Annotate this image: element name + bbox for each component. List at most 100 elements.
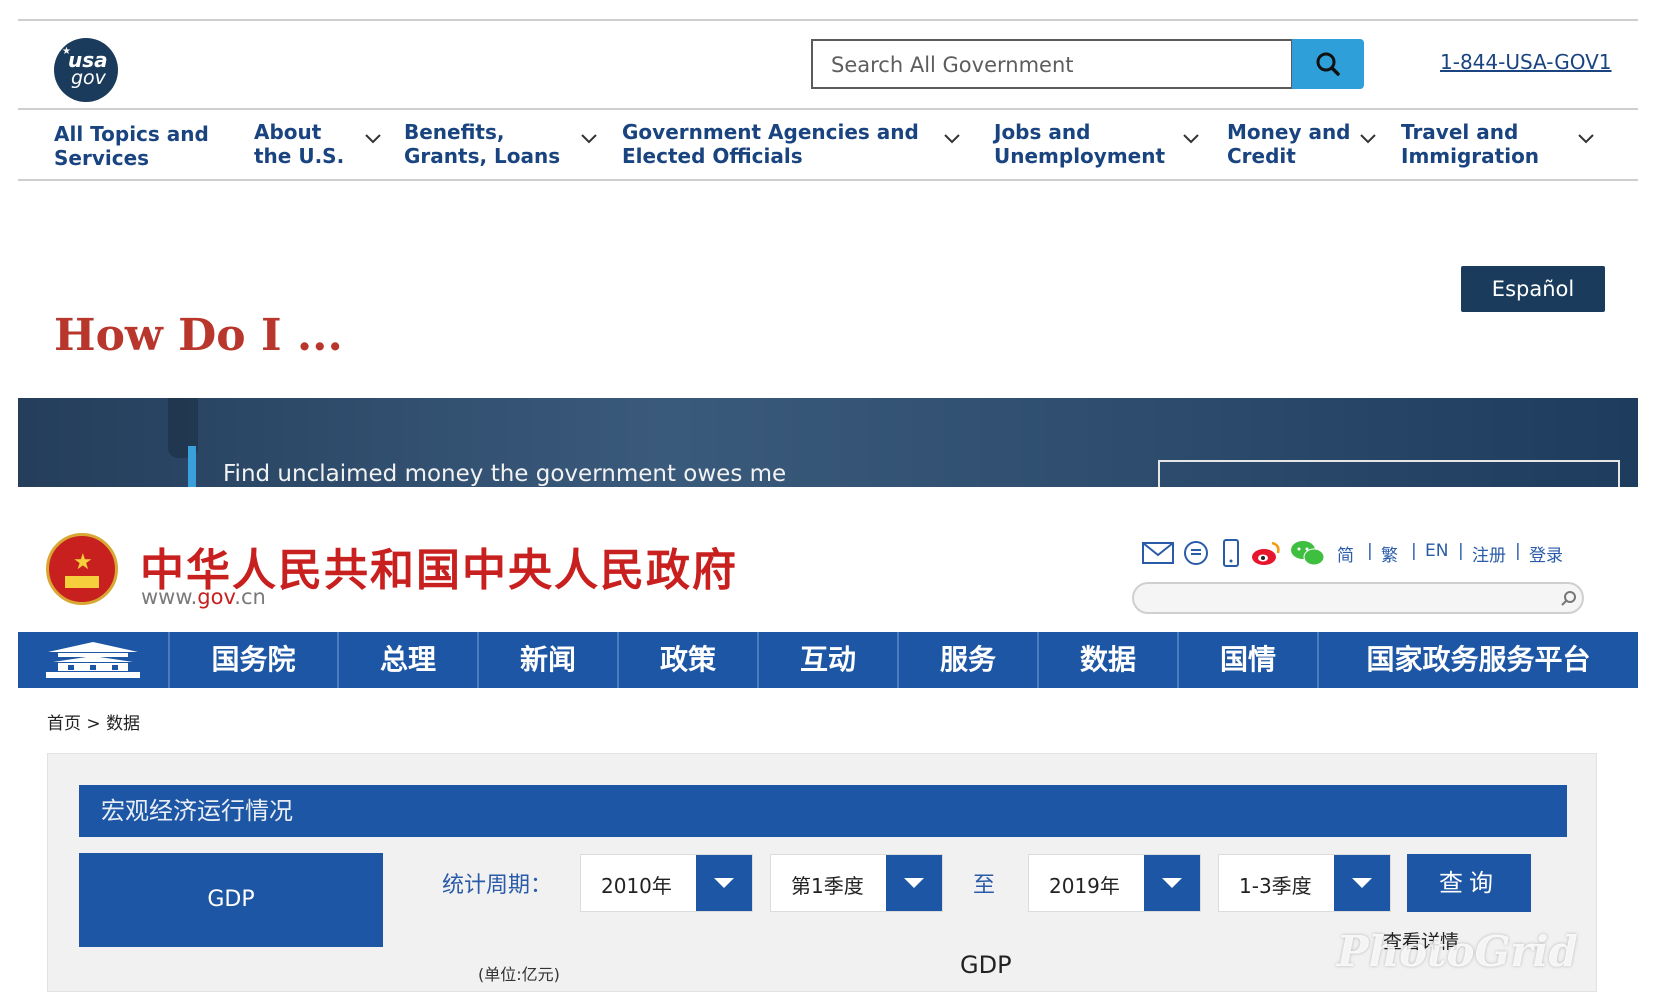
- to-label: 至: [973, 873, 996, 898]
- usagov-logo[interactable]: ★ usa gov: [54, 38, 118, 102]
- message-icon[interactable]: [1183, 540, 1209, 566]
- end-year-select[interactable]: 2019年: [1028, 854, 1201, 912]
- search-input[interactable]: [1132, 582, 1584, 614]
- nav-money[interactable]: Money and Credit: [1227, 120, 1351, 168]
- breadcrumb-home[interactable]: 首页: [47, 714, 81, 734]
- chart-title: GDP: [960, 951, 1012, 979]
- nav-label-line2: Grants, Loans: [404, 144, 561, 168]
- start-year-value: 2010年: [601, 874, 672, 898]
- search-placeholder: Search All Government: [831, 53, 1074, 77]
- nav-home[interactable]: [18, 632, 168, 688]
- breadcrumb: 首页 > 数据: [47, 709, 140, 734]
- nav-label-line2: Elected Officials: [622, 144, 803, 168]
- search-icon[interactable]: [1560, 589, 1578, 607]
- nav-gov-service-platform[interactable]: 国家政务服务平台: [1319, 632, 1638, 688]
- caret-down-icon: [1162, 878, 1182, 888]
- english-link[interactable]: EN: [1425, 541, 1448, 561]
- simplified-chinese-link[interactable]: 简: [1337, 541, 1354, 566]
- nav-label-line2: Unemployment: [994, 144, 1166, 168]
- nav-services[interactable]: 服务: [899, 632, 1037, 688]
- nav-travel[interactable]: Travel and Immigration: [1401, 120, 1539, 168]
- start-year-select[interactable]: 2010年: [580, 854, 753, 912]
- dropdown-button[interactable]: [1144, 855, 1200, 911]
- nav-about-us[interactable]: About the U.S.: [254, 120, 344, 168]
- nav-premier[interactable]: 总理: [339, 632, 477, 688]
- nav-data[interactable]: 数据: [1039, 632, 1177, 688]
- nav-jobs[interactable]: Jobs and Unemployment: [994, 120, 1165, 168]
- nav-policy[interactable]: 政策: [619, 632, 757, 688]
- nav-national-conditions[interactable]: 国情: [1179, 632, 1317, 688]
- gate-shape: [65, 576, 99, 588]
- panel-header: 宏观经济运行情况: [79, 785, 1567, 837]
- search-input[interactable]: Search All Government: [811, 39, 1293, 89]
- start-quarter-value: 第1季度: [791, 874, 864, 898]
- nav-label-line1: Jobs and: [994, 120, 1091, 144]
- login-link[interactable]: 登录: [1529, 541, 1563, 566]
- main-nav: 国务院 总理 新闻 政策 互动 服务 数据 国情 国家政务服务平台: [18, 632, 1638, 688]
- toolbar-separator: |: [1367, 541, 1373, 561]
- nav-state-council[interactable]: 国务院: [170, 632, 337, 688]
- phone-link[interactable]: 1-844-USA-GOV1: [1440, 50, 1612, 74]
- banner-search-box[interactable]: [1158, 460, 1620, 487]
- govcn-panel: ★ 中华人民共和国中央人民政府 www.gov.cn 简 | 繁 | EN | …: [0, 487, 1654, 992]
- gdp-indicator-button[interactable]: GDP: [79, 853, 383, 947]
- chevron-down-icon[interactable]: [581, 134, 597, 144]
- nav-benefits[interactable]: Benefits, Grants, Loans: [404, 120, 560, 168]
- photogrid-watermark: PhotoGrid: [1337, 927, 1578, 976]
- search-button[interactable]: [1292, 39, 1364, 89]
- nav-label-line2: Credit: [1227, 144, 1296, 168]
- toolbar-separator: |: [1458, 541, 1464, 561]
- mail-icon[interactable]: [1142, 541, 1174, 565]
- end-quarter-select[interactable]: 1-3季度: [1218, 854, 1391, 912]
- top-divider: [18, 19, 1638, 21]
- national-emblem-icon[interactable]: ★: [46, 533, 118, 605]
- register-link[interactable]: 注册: [1472, 541, 1506, 566]
- caret-down-icon: [904, 878, 924, 888]
- tiananmen-icon: [46, 642, 140, 678]
- nav-government-agencies[interactable]: Government Agencies and Elected Official…: [622, 120, 919, 168]
- nav-label-line2: Services: [54, 146, 150, 170]
- nav-interaction[interactable]: 互动: [759, 632, 897, 688]
- wechat-icon[interactable]: [1290, 539, 1326, 567]
- nav-news[interactable]: 新闻: [479, 632, 617, 688]
- dropdown-button[interactable]: [886, 855, 942, 911]
- espanol-button[interactable]: Español: [1461, 266, 1605, 312]
- panel-title: 宏观经济运行情况: [101, 797, 293, 825]
- weibo-icon[interactable]: [1250, 539, 1282, 567]
- banner-link[interactable]: Find unclaimed money the government owes…: [223, 461, 786, 487]
- unit-label: (单位:亿元): [478, 965, 560, 984]
- nav-label-line1: Travel and: [1401, 120, 1519, 144]
- dropdown-button[interactable]: [1334, 855, 1390, 911]
- query-button[interactable]: 查询: [1407, 854, 1531, 912]
- caret-down-icon: [1352, 878, 1372, 888]
- dropdown-button[interactable]: [696, 855, 752, 911]
- nav-label-line2: Immigration: [1401, 144, 1540, 168]
- hero-banner: Find unclaimed money the government owes…: [18, 398, 1638, 487]
- chevron-down-icon[interactable]: [1360, 134, 1376, 144]
- start-quarter-select[interactable]: 第1季度: [770, 854, 943, 912]
- caret-down-icon: [714, 878, 734, 888]
- chevron-down-icon[interactable]: [944, 134, 960, 144]
- end-year-value: 2019年: [1049, 874, 1120, 898]
- logo-line2: gov: [71, 67, 106, 89]
- search-icon: [1316, 52, 1340, 76]
- mobile-icon[interactable]: [1222, 539, 1240, 567]
- usagov-panel: ★ usa gov Search All Government 1-844-US…: [0, 0, 1654, 487]
- nav-label-line1: Benefits,: [404, 120, 505, 144]
- url-suffix: .cn: [234, 585, 266, 609]
- toolbar-separator: |: [1515, 541, 1521, 561]
- star-icon: ★: [73, 550, 93, 575]
- nav-all-topics[interactable]: All Topics and Services: [54, 122, 209, 170]
- nav-label-line1: About: [254, 120, 322, 144]
- page-title: How Do I ...: [54, 310, 343, 361]
- breadcrumb-current[interactable]: 数据: [106, 714, 140, 734]
- chevron-down-icon[interactable]: [1183, 134, 1199, 144]
- toolbar-separator: |: [1411, 541, 1417, 561]
- chevron-down-icon[interactable]: [365, 134, 381, 144]
- traditional-chinese-link[interactable]: 繁: [1381, 541, 1398, 566]
- nav-label-line1: All Topics and: [54, 122, 209, 146]
- chevron-down-icon[interactable]: [1578, 134, 1594, 144]
- url-prefix: www.: [141, 585, 198, 609]
- end-quarter-value: 1-3季度: [1239, 874, 1312, 898]
- nav-label-line2: the U.S.: [254, 144, 345, 168]
